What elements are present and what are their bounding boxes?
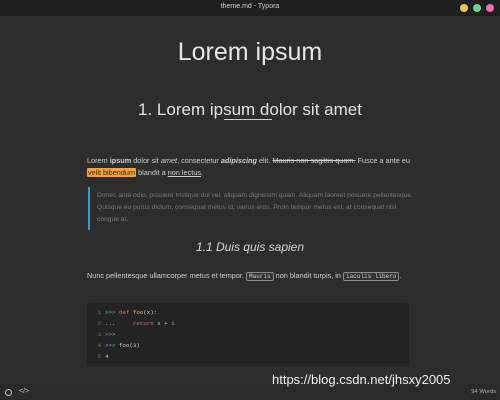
line-number: 1 <box>97 309 101 316</box>
code-prompt: >>> <box>105 331 116 338</box>
heading-2-underline <box>224 119 272 120</box>
code-function: foo <box>132 309 144 316</box>
text-run: Nunc pellentesque ullamcorper metus et t… <box>87 271 246 280</box>
highlighted-text: velit bibendum <box>87 168 137 177</box>
bold-italic-text: adipiscing <box>220 156 257 165</box>
code-text: x + <box>153 320 172 327</box>
code-keyword: def <box>118 309 130 316</box>
code-text: (x): <box>143 309 158 316</box>
code-prompt: >>> <box>105 342 116 349</box>
heading-1: Lorem ipsum <box>177 38 323 66</box>
code-number: 1 <box>171 320 175 327</box>
text-run: blandit a <box>136 168 168 177</box>
paragraph-2: Nunc pellentesque ullamcorper metus et t… <box>87 270 417 283</box>
paragraph-1: Lorem ipsum dolor sit amet, consectetur … <box>87 155 417 179</box>
source-code-icon[interactable]: </> <box>19 388 29 395</box>
code-line: 1 >>> def foo(x): <box>87 307 409 318</box>
line-number: 3 <box>97 331 101 338</box>
blockquote: Donec ante odio, posuere tristique dui v… <box>97 192 413 223</box>
text-run: elit. <box>256 156 273 165</box>
line-number: 4 <box>97 342 101 349</box>
text-run: non blandit turpis, in <box>273 271 343 280</box>
text-run: Fusce a ante eu <box>355 156 410 165</box>
line-number: 2 <box>97 320 101 327</box>
window-title: theme.md - Typora <box>220 3 280 10</box>
line-number: 5 <box>97 353 101 360</box>
word-count[interactable]: 94 Words <box>471 389 496 395</box>
inline-code: Mauris <box>246 272 274 281</box>
code-block[interactable]: 1 >>> def foo(x): 2 ... return x + 1 3 >… <box>87 303 409 367</box>
close-button[interactable] <box>486 4 494 12</box>
italic-text: amet <box>160 156 178 165</box>
underlined-text: non lectus <box>167 168 201 177</box>
code-keyword: return <box>132 320 154 327</box>
text-run: . <box>399 271 402 280</box>
code-line: 5 4 <box>87 351 409 362</box>
blockquote-bar <box>88 187 90 230</box>
text-run: dolor sit <box>131 156 161 165</box>
watermark: https://blog.csdn.net/jhsxy2005 <box>272 372 451 387</box>
circle-icon[interactable] <box>5 389 12 396</box>
code-line: 4 >>> foo(3) <box>87 340 409 351</box>
text-run: . <box>200 168 204 177</box>
code-prompt: >>> <box>105 309 116 316</box>
heading-3: 1.1 Duis quis sapien <box>195 240 305 254</box>
minimize-button[interactable] <box>460 4 468 12</box>
code-line: 2 ... return x + 1 <box>87 318 409 329</box>
code-text: 4 <box>105 353 109 360</box>
code-prompt: ... <box>105 320 116 327</box>
code-text: foo(3) <box>115 342 140 349</box>
maximize-button[interactable] <box>473 4 481 12</box>
strikethrough-text: Mauris non sagittis quam. <box>272 156 356 165</box>
code-line: 3 >>> <box>87 329 409 340</box>
window-titlebar: theme.md - Typora <box>0 0 500 16</box>
text-run: , consectetur <box>177 156 221 165</box>
inline-code: iaculis libero <box>342 272 400 281</box>
text-run: Lorem <box>87 156 110 165</box>
heading-2: 1. Lorem ipsum dolor sit amet <box>138 100 362 119</box>
bold-text: ipsum <box>109 156 132 165</box>
